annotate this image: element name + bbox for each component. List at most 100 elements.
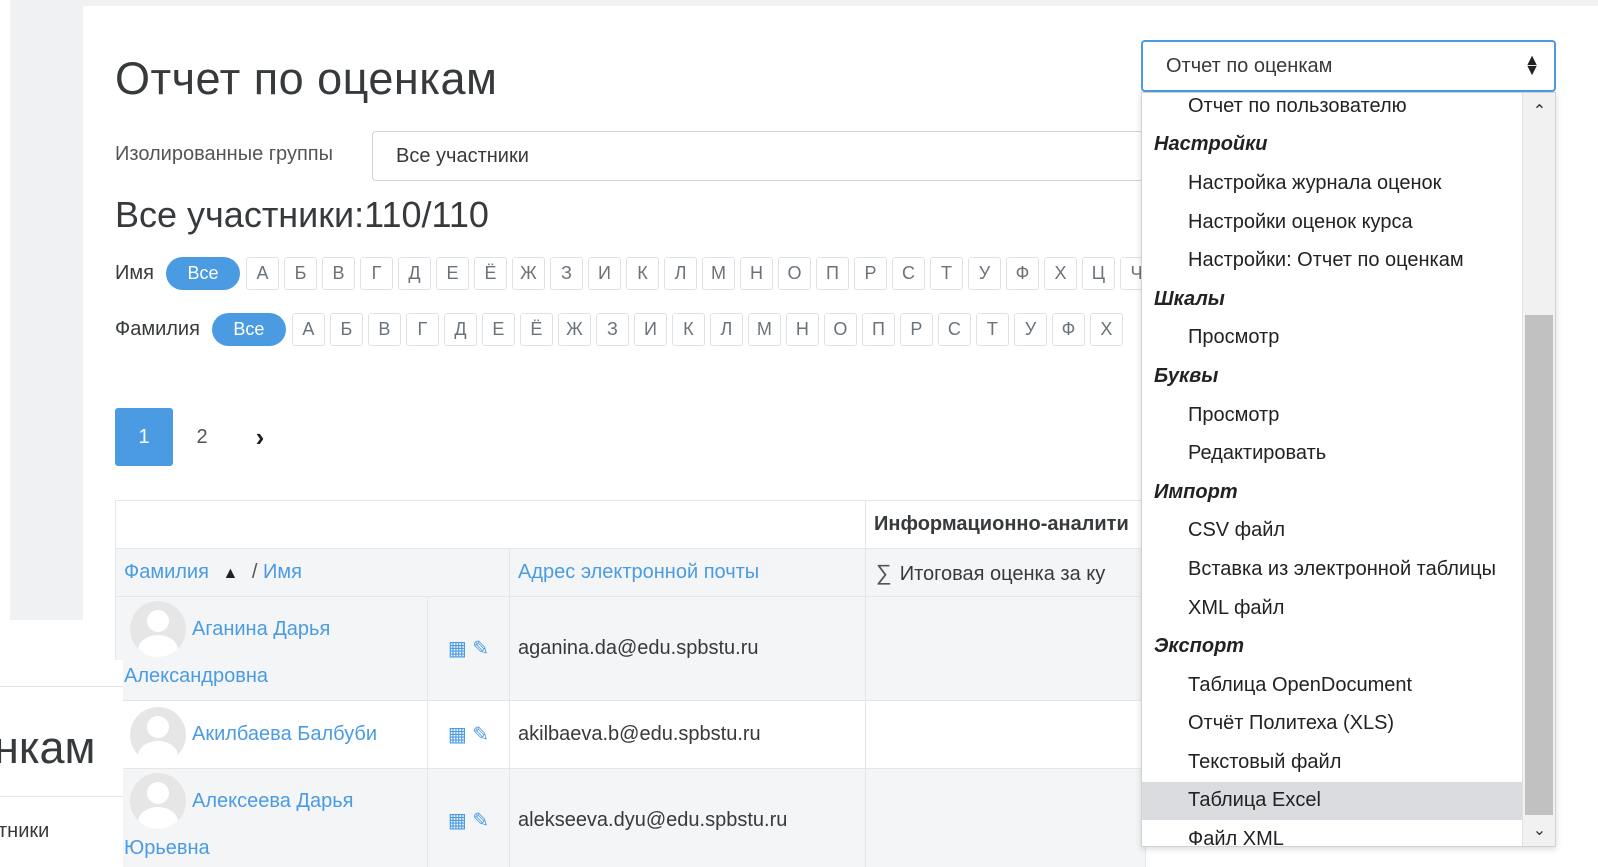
dropdown-option[interactable]: Отчёт Политеха (XLS) [1142,705,1524,744]
dropdown-option[interactable]: CSV файл [1142,512,1524,551]
groups-select[interactable]: Все участники [372,131,1162,181]
last-name-letter[interactable]: С [937,312,971,346]
user-actions-cell: ▦ ✎ [427,700,510,769]
last-name-letter[interactable]: Ф [1051,312,1085,346]
last-name-letter[interactable]: М [747,312,781,346]
last-name-letter[interactable]: К [671,312,705,346]
last-name-letter[interactable]: О [823,312,857,346]
first-name-letter[interactable]: У [967,256,1001,290]
report-type-value: Отчет по оценкам [1166,55,1333,77]
dropdown-option[interactable]: Настройки: Отчет по оценкам [1142,241,1524,280]
last-name-letter[interactable]: Д [443,312,477,346]
grades-table-icon[interactable]: ▦ [448,724,467,746]
scroll-down-icon[interactable]: ⌄ [1523,816,1555,844]
dropdown-option[interactable]: Отчет по пользователю [1142,93,1524,126]
first-name-letter[interactable]: С [891,256,925,290]
report-type-select[interactable]: Отчет по оценкам ▲ ▼ [1141,40,1556,92]
user-name-link[interactable]: Аганина Дарья [192,618,330,641]
dropdown-option[interactable]: Настройка журнала оценок [1142,164,1524,203]
dropdown-option[interactable]: Таблица Excel [1142,781,1524,821]
total-column-header[interactable]: ∑ Итоговая оценка за ку [865,548,1146,597]
first-name-letter[interactable]: Р [853,256,887,290]
sort-email-link[interactable]: Адрес электронной почты [518,561,759,583]
grades-table-icon[interactable]: ▦ [448,810,467,832]
sort-surname-link[interactable]: Фамилия [124,561,209,583]
dropdown-option[interactable]: Таблица OpenDocument [1142,666,1524,705]
scroll-up-icon[interactable]: ⌃ [1523,97,1555,125]
first-name-letter[interactable]: К [625,256,659,290]
user-name-link-line2[interactable]: Александровна [124,665,419,688]
avatar[interactable] [130,601,186,657]
last-name-letter[interactable]: Г [405,312,439,346]
first-name-letter[interactable]: Д [397,256,431,290]
dropdown-option[interactable]: XML файл [1142,589,1524,628]
first-name-all-button[interactable]: Все [165,256,240,290]
user-name-link[interactable]: Акилбаева Балбуби [192,723,377,746]
edit-pencil-icon[interactable]: ✎ [472,724,489,746]
last-name-letter[interactable]: Ё [519,312,553,346]
first-name-letter[interactable]: М [701,256,735,290]
user-name-link-line2[interactable]: Юрьевна [124,837,419,860]
category-header[interactable]: Информационно-аналити [865,500,1146,549]
dropdown-option[interactable]: Просмотр [1142,319,1524,358]
first-name-letter[interactable]: Х [1043,256,1077,290]
first-name-letter[interactable]: Ф [1005,256,1039,290]
last-name-letter[interactable]: А [291,312,325,346]
last-name-letter[interactable]: П [861,312,895,346]
scrollbar-thumb[interactable] [1525,315,1553,815]
page-link-1[interactable]: 1 [115,408,173,466]
first-name-letter[interactable]: Ё [473,256,507,290]
first-name-letter[interactable]: Ц [1081,256,1115,290]
grades-table-icon[interactable]: ▦ [448,638,467,660]
first-name-letter[interactable]: З [549,256,583,290]
last-name-letter[interactable]: Н [785,312,819,346]
first-name-letter[interactable]: Л [663,256,697,290]
first-name-letter[interactable]: Б [283,256,317,290]
divider [0,686,123,687]
page-background-left [10,0,83,620]
last-name-letter[interactable]: Б [329,312,363,346]
page-link-2[interactable]: 2 [173,408,231,466]
last-name-letter[interactable]: Е [481,312,515,346]
first-name-letter[interactable]: И [587,256,621,290]
edit-pencil-icon[interactable]: ✎ [472,810,489,832]
last-name-letter[interactable]: Р [899,312,933,346]
first-name-letter[interactable]: Ж [511,256,545,290]
last-name-letter[interactable]: Л [709,312,743,346]
first-name-letter[interactable]: Е [435,256,469,290]
avatar[interactable] [130,706,186,763]
dropdown-option[interactable]: Файл XML [1142,820,1524,846]
dropdown-option[interactable]: Настройки оценок курса [1142,203,1524,242]
first-name-letter[interactable]: В [321,256,355,290]
dropdown-option[interactable]: Текстовый файл [1142,743,1524,782]
sort-firstname-link[interactable]: Имя [263,561,302,583]
last-name-letter[interactable]: Х [1089,312,1123,346]
dropdown-scrollbar[interactable]: ⌃ ⌄ [1522,93,1555,846]
dropdown-options: Отчет по пользователю Настройки Настройка … [1142,93,1524,846]
first-name-letter[interactable]: Н [739,256,773,290]
first-name-letter[interactable]: О [777,256,811,290]
edit-pencil-icon[interactable]: ✎ [472,638,489,660]
next-page-icon[interactable]: › [231,408,289,466]
dropdown-option[interactable]: Просмотр [1142,396,1524,435]
total-grade-cell[interactable] [865,768,1146,867]
last-name-letter[interactable]: Ж [557,312,591,346]
dropdown-option[interactable]: Вставка из электронной таблицы [1142,550,1524,589]
last-name-letter[interactable]: И [633,312,667,346]
last-name-letter[interactable]: У [1013,312,1047,346]
total-grade-cell[interactable] [865,700,1146,769]
total-grade-cell[interactable] [865,596,1146,701]
first-name-letter[interactable]: Т [929,256,963,290]
last-name-letter[interactable]: В [367,312,401,346]
last-name-letter[interactable]: Т [975,312,1009,346]
dropdown-option[interactable]: Редактировать [1142,434,1524,473]
first-name-letter[interactable]: Г [359,256,393,290]
first-name-letter[interactable]: П [815,256,849,290]
first-name-letter[interactable]: А [245,256,279,290]
user-name-link[interactable]: Алексеева Дарья [192,790,353,813]
avatar[interactable] [130,773,186,829]
table-row: Аганина Дарья Александровна ▦ ✎ aganina.… [115,596,1146,701]
last-name-all-button[interactable]: Все [211,312,286,346]
report-type-dropdown[interactable]: Отчет по пользователю Настройки Настройка … [1141,92,1556,847]
last-name-letter[interactable]: З [595,312,629,346]
